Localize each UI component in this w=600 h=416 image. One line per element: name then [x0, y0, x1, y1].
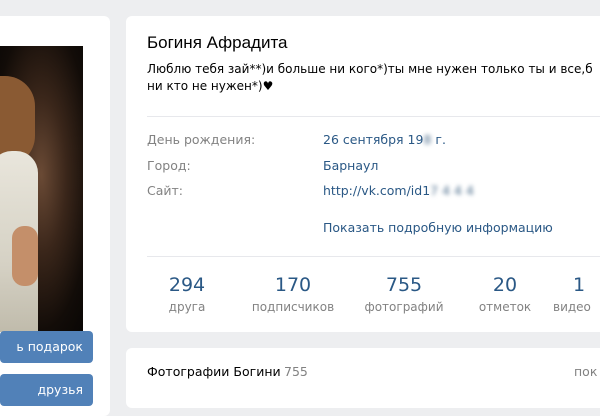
birthday-year-blurred: 8: [423, 132, 432, 147]
counter-videos[interactable]: 1 видео: [553, 272, 600, 316]
divider: [147, 256, 600, 257]
avatar-arm: [12, 226, 38, 286]
photos-show-all-link[interactable]: пок: [574, 364, 597, 379]
city-value[interactable]: Барнаул: [323, 158, 378, 173]
counter-number: 20: [492, 274, 518, 296]
add-friend-button[interactable]: друзья: [0, 374, 93, 406]
avatar[interactable]: [0, 46, 83, 332]
divider: [147, 116, 600, 117]
counters-bar: 294 друга 170 подписчиков 755 фотографий…: [147, 272, 600, 322]
birthday-label: День рождения:: [147, 132, 256, 147]
site-url-blurred: 7 4 4 4: [430, 183, 474, 198]
counter-label: видео: [553, 300, 591, 314]
counter-tags[interactable]: 20 отметок: [455, 272, 555, 316]
profile-status: Люблю тебя зай**)и больше ни кого*)ты мн…: [147, 62, 593, 93]
counter-followers[interactable]: 170 подписчиков: [243, 272, 343, 316]
counter-friends[interactable]: 294 друга: [137, 272, 237, 316]
counter-photos[interactable]: 755 фотографий: [354, 272, 454, 316]
birthday-suffix: г.: [431, 132, 446, 147]
counter-number: 755: [385, 274, 423, 296]
counter-number: 294: [168, 274, 206, 296]
photos-title[interactable]: Фотографии Богини: [147, 364, 281, 379]
birthday-value[interactable]: 26 сентября 198 г.: [323, 132, 446, 147]
counter-label: друга: [168, 300, 206, 314]
photos-count: 755: [284, 364, 308, 379]
site-link[interactable]: http://vk.com/id17 4 4 4: [323, 183, 474, 198]
counter-label: подписчиков: [251, 300, 335, 314]
site-label: Сайт:: [147, 183, 184, 198]
birthday-date: 26 сентября 19: [323, 132, 424, 147]
site-url: http://vk.com/id1: [323, 183, 431, 198]
show-details-link[interactable]: Показать подробную информацию: [323, 220, 553, 235]
city-label: Город:: [147, 158, 191, 173]
counter-number: 170: [274, 274, 312, 296]
photos-card: Фотографии Богини 755 пок: [126, 348, 600, 408]
counter-label: фотографий: [364, 300, 444, 314]
send-gift-button[interactable]: ь подарок: [0, 331, 93, 363]
profile-info-card: Богиня Афрадита Люблю тебя зай**)и больш…: [126, 16, 600, 332]
counter-number: 1: [573, 274, 586, 296]
profile-name: Богиня Афрадита: [147, 33, 288, 52]
counter-label: отметок: [478, 300, 532, 314]
